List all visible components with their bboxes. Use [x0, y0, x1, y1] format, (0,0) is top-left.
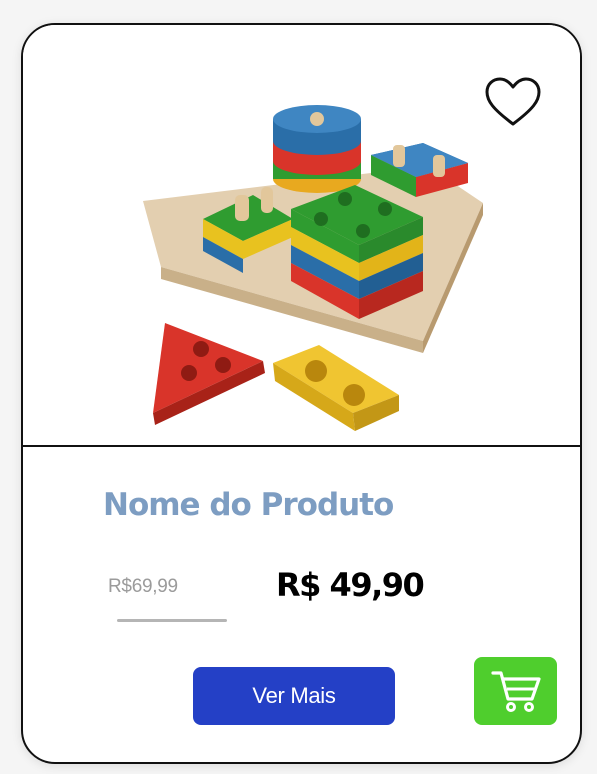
heart-outline-icon	[485, 77, 541, 126]
old-price: R$69,99	[108, 576, 178, 597]
old-price-underline	[117, 619, 227, 622]
cart-icon	[490, 671, 541, 712]
product-card: Nome do Produto R$69,99 R$ 49,90 Ver Mai…	[21, 23, 582, 764]
current-price: R$ 49,90	[276, 566, 425, 604]
product-image-area	[23, 25, 580, 447]
product-name: Nome do Produto	[103, 487, 394, 523]
add-to-cart-button[interactable]	[474, 657, 557, 725]
product-image	[143, 105, 483, 431]
see-more-button[interactable]: Ver Mais	[193, 667, 395, 725]
favorite-button[interactable]	[485, 77, 541, 129]
